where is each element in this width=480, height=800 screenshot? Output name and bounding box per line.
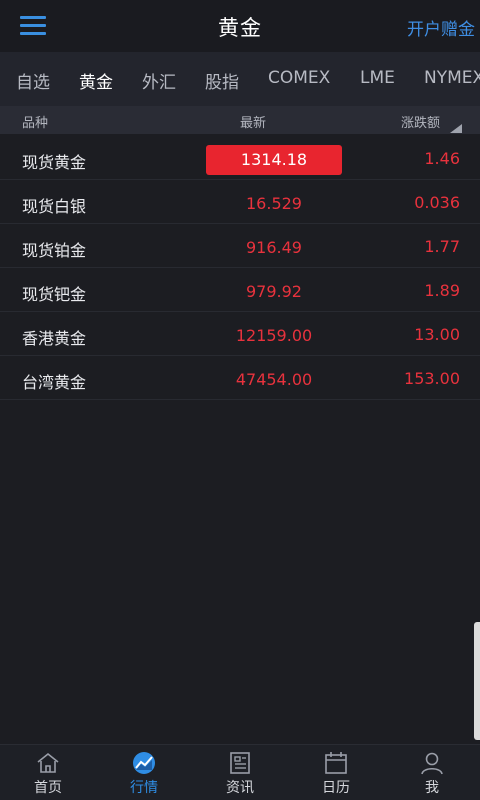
nav-news-label: 资讯: [226, 780, 254, 796]
price-change: 1.77: [424, 237, 460, 256]
nav-home-label: 首页: [34, 780, 62, 796]
latest-price: 12159.00: [235, 326, 313, 345]
nav-news[interactable]: 资讯: [192, 751, 288, 797]
profile-icon: [421, 752, 443, 775]
nav-calendar-label: 日历: [322, 780, 350, 796]
sort-toggle-icon[interactable]: [450, 124, 462, 133]
quote-row[interactable]: 现货钯金 979.92 1.89: [0, 268, 480, 312]
column-latest-header[interactable]: 最新: [240, 112, 266, 131]
tab-nymex[interactable]: NYMEX: [424, 68, 480, 88]
latest-price: 1314.18: [206, 145, 342, 175]
column-name-header: 品种: [22, 116, 49, 131]
top-bar: 黄金 开户赠金: [0, 0, 480, 52]
floating-side-handle[interactable]: [474, 622, 480, 740]
quote-row[interactable]: 现货铂金 916.49 1.77: [0, 224, 480, 268]
tab-indices[interactable]: 股指: [205, 68, 239, 93]
latest-price: 916.49: [246, 238, 302, 257]
column-change-header[interactable]: 涨跌额: [401, 112, 440, 131]
instrument-name: 现货白银: [22, 197, 87, 216]
tab-gold[interactable]: 黄金: [79, 68, 113, 93]
quote-row[interactable]: 现货白银 16.529 0.036: [0, 180, 480, 224]
latest-price: 47454.00: [235, 370, 313, 389]
quote-row[interactable]: 现货黄金 1314.18 1.46: [0, 136, 480, 180]
app-root: 黄金 开户赠金 自选 黄金 外汇 股指 COMEX LME NYMEX 品种 最…: [0, 0, 480, 800]
latest-price: 979.92: [246, 282, 302, 301]
nav-profile-label: 我: [425, 780, 439, 796]
tab-comex[interactable]: COMEX: [268, 68, 330, 88]
nav-profile[interactable]: 我: [384, 751, 480, 797]
price-change: 1.89: [424, 281, 460, 300]
price-change: 1.46: [424, 149, 460, 168]
quote-row[interactable]: 香港黄金 12159.00 13.00: [0, 312, 480, 356]
market-chart-icon: [133, 752, 155, 774]
bottom-navigation: 首页 行情 资讯 日历 我: [0, 744, 480, 800]
market-category-tabs: 自选 黄金 外汇 股指 COMEX LME NYMEX: [0, 52, 480, 106]
instrument-name: 香港黄金: [22, 329, 87, 348]
instrument-name: 台湾黄金: [22, 373, 87, 392]
nav-market[interactable]: 行情: [96, 751, 192, 797]
calendar-icon: [325, 752, 347, 774]
instrument-name: 现货钯金: [22, 285, 87, 304]
open-account-bonus-link[interactable]: 开户赠金: [407, 15, 475, 40]
nav-market-label: 行情: [130, 780, 158, 796]
latest-price: 16.529: [246, 194, 302, 213]
instrument-name: 现货铂金: [22, 241, 87, 260]
price-change: 13.00: [414, 325, 460, 344]
home-icon: [37, 752, 59, 773]
instrument-name: 现货黄金: [22, 153, 87, 172]
price-change: 0.036: [414, 193, 460, 212]
price-change: 153.00: [404, 369, 460, 388]
tab-forex[interactable]: 外汇: [142, 68, 176, 93]
news-icon: [230, 752, 250, 774]
nav-calendar[interactable]: 日历: [288, 751, 384, 797]
quote-table-header: 品种 最新 涨跌额: [0, 106, 480, 134]
tab-watchlist[interactable]: 自选: [16, 68, 50, 93]
quote-row[interactable]: 台湾黄金 47454.00 153.00: [0, 356, 480, 400]
tab-lme[interactable]: LME: [360, 68, 395, 88]
nav-home[interactable]: 首页: [0, 751, 96, 797]
quote-list: 现货黄金 1314.18 1.46 现货白银 16.529 0.036 现货铂金…: [0, 136, 480, 400]
